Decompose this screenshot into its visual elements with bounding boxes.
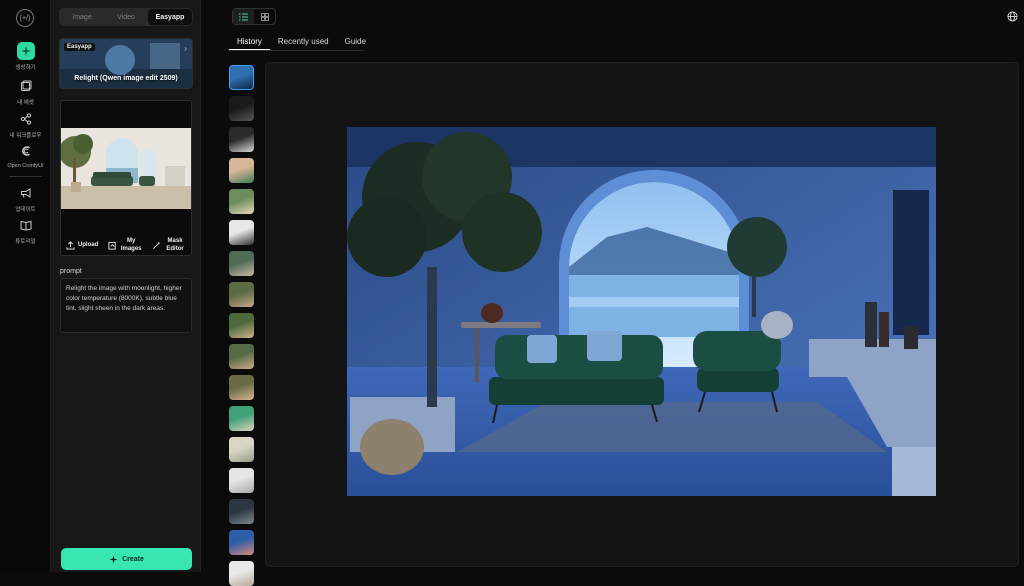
app-badge: Easyapp (64, 43, 95, 51)
tabs-divider (228, 50, 364, 51)
prompt-textarea[interactable]: Relight the image with moonlight, higher… (60, 278, 192, 333)
history-thumbnail[interactable] (229, 127, 254, 152)
nav-item-label: 내 워크플로우 (9, 133, 42, 139)
app-name: Relight (Qwen image edit 2509) (74, 75, 178, 82)
upload-button[interactable]: Upload (66, 240, 99, 250)
history-thumbnail[interactable] (229, 499, 254, 524)
nav-item-tutorials[interactable]: 튜토리얼 (0, 216, 51, 245)
megaphone-icon (17, 184, 35, 202)
nav-item-label: 생성하기 (15, 65, 36, 71)
history-thumbnail[interactable] (229, 251, 254, 276)
app-logo[interactable]: (+/) (16, 9, 34, 27)
workflow-icon (17, 110, 35, 128)
history-thumbnail[interactable] (229, 282, 254, 307)
history-thumbnail[interactable] (229, 158, 254, 183)
magic-wand-icon (153, 241, 161, 249)
upload-icon (66, 240, 75, 250)
tab-video[interactable]: Video (104, 9, 148, 25)
gallery-icon (17, 77, 35, 95)
globe-icon[interactable] (1007, 11, 1018, 22)
nav-item-create[interactable]: 생성하기 (0, 42, 51, 71)
nav-item-comfyui[interactable]: Open ComfyUI (0, 142, 51, 169)
history-tabs: History Recently used Guide (229, 33, 374, 50)
grid-icon (260, 12, 269, 21)
my-images-label: My Images (120, 238, 142, 252)
nav-item-assets[interactable]: 내 에셋 (0, 77, 51, 106)
mask-editor-label: Mask Editor (166, 238, 184, 252)
history-thumbnail[interactable] (229, 313, 254, 338)
upload-label: Upload (77, 242, 99, 248)
nav-item-label: 튜토리얼 (15, 239, 36, 245)
book-icon (17, 216, 35, 234)
nav-item-label: Open ComfyUI (7, 163, 44, 169)
my-images-button[interactable]: My Images (108, 237, 142, 253)
tab-easyapp[interactable]: Easyapp (148, 9, 192, 25)
input-image-preview (61, 128, 191, 209)
tab-image[interactable]: Image (60, 9, 104, 25)
tab-guide[interactable]: Guide (337, 33, 374, 50)
list-icon (239, 13, 248, 20)
history-thumbnail[interactable] (229, 189, 254, 214)
history-thumbnail[interactable] (229, 561, 254, 586)
list-view-button[interactable] (233, 9, 254, 24)
mask-editor-button[interactable]: Mask Editor (152, 237, 186, 253)
prompt-label: prompt (60, 268, 82, 275)
view-toggle (232, 8, 276, 25)
create-label: Create (122, 555, 144, 563)
history-thumbnail[interactable] (229, 406, 254, 431)
tab-recently-used[interactable]: Recently used (270, 33, 337, 50)
left-nav: (+/) 생성하기 내 에셋 내 워크플로우 Open ComfyUI 업데이트 (0, 0, 51, 572)
history-thumbnail[interactable] (229, 220, 254, 245)
nav-divider (9, 176, 42, 177)
sparkle-icon (109, 554, 118, 564)
my-images-icon (108, 241, 116, 250)
app-card[interactable]: Easyapp › Relight (Qwen image edit 2509) (59, 38, 193, 89)
comfyui-icon (17, 142, 35, 160)
history-thumbnail[interactable] (229, 437, 254, 462)
nav-item-label: 내 에셋 (17, 100, 34, 106)
sparkle-icon (16, 42, 35, 60)
chevron-right-icon: › (184, 44, 187, 53)
input-image-box[interactable]: Upload My Images Mask Editor (60, 100, 192, 256)
history-thumbnail[interactable] (229, 468, 254, 493)
create-button[interactable]: Create (61, 548, 192, 570)
mode-tabs: Image Video Easyapp (59, 8, 193, 26)
history-thumbnail[interactable] (229, 530, 254, 555)
nav-item-updates[interactable]: 업데이트 (0, 184, 51, 213)
nav-item-workflows[interactable]: 내 워크플로우 (0, 110, 51, 139)
tab-history[interactable]: History (229, 33, 270, 50)
result-image[interactable] (347, 127, 936, 496)
nav-item-label: 업데이트 (15, 207, 36, 213)
image-tools: Upload My Images Mask Editor (61, 235, 191, 255)
history-thumbnail-strip (228, 64, 256, 586)
grid-view-button[interactable] (254, 9, 275, 24)
history-thumbnail[interactable] (229, 375, 254, 400)
history-thumbnail[interactable] (229, 65, 254, 90)
history-thumbnail[interactable] (229, 96, 254, 121)
left-panel: Image Video Easyapp Easyapp › Relight (Q… (51, 0, 201, 572)
history-thumbnail[interactable] (229, 344, 254, 369)
